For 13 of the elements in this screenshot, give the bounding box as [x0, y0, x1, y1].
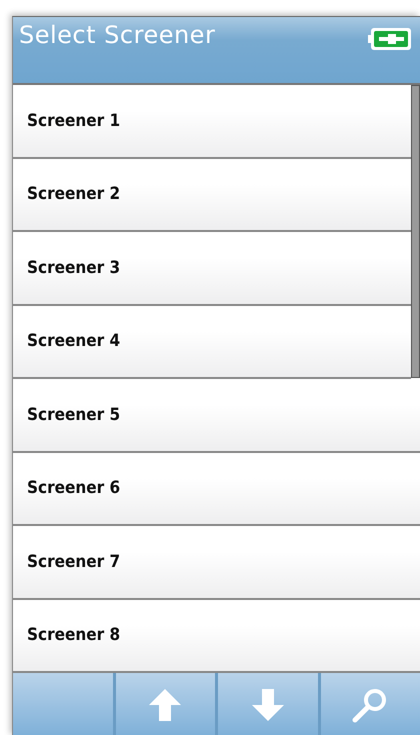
scrollbar-thumb[interactable]: [411, 85, 420, 378]
list-item[interactable]: Screener 7: [13, 526, 420, 600]
down-arrow-icon: [250, 686, 286, 722]
up-arrow-icon: [147, 686, 184, 722]
list-item[interactable]: Screener 1: [13, 85, 411, 158]
battery-charging-icon: [368, 27, 412, 51]
list-item[interactable]: Screener 6: [13, 452, 420, 526]
list-item[interactable]: Screener 8: [13, 600, 420, 673]
screen-title: Select Screener: [19, 21, 216, 49]
list-item[interactable]: Screener 2: [13, 158, 411, 232]
list-item[interactable]: Screener 4: [13, 306, 411, 379]
list-item[interactable]: Screener 3: [13, 232, 411, 306]
list-item[interactable]: Screener 5: [13, 379, 420, 452]
